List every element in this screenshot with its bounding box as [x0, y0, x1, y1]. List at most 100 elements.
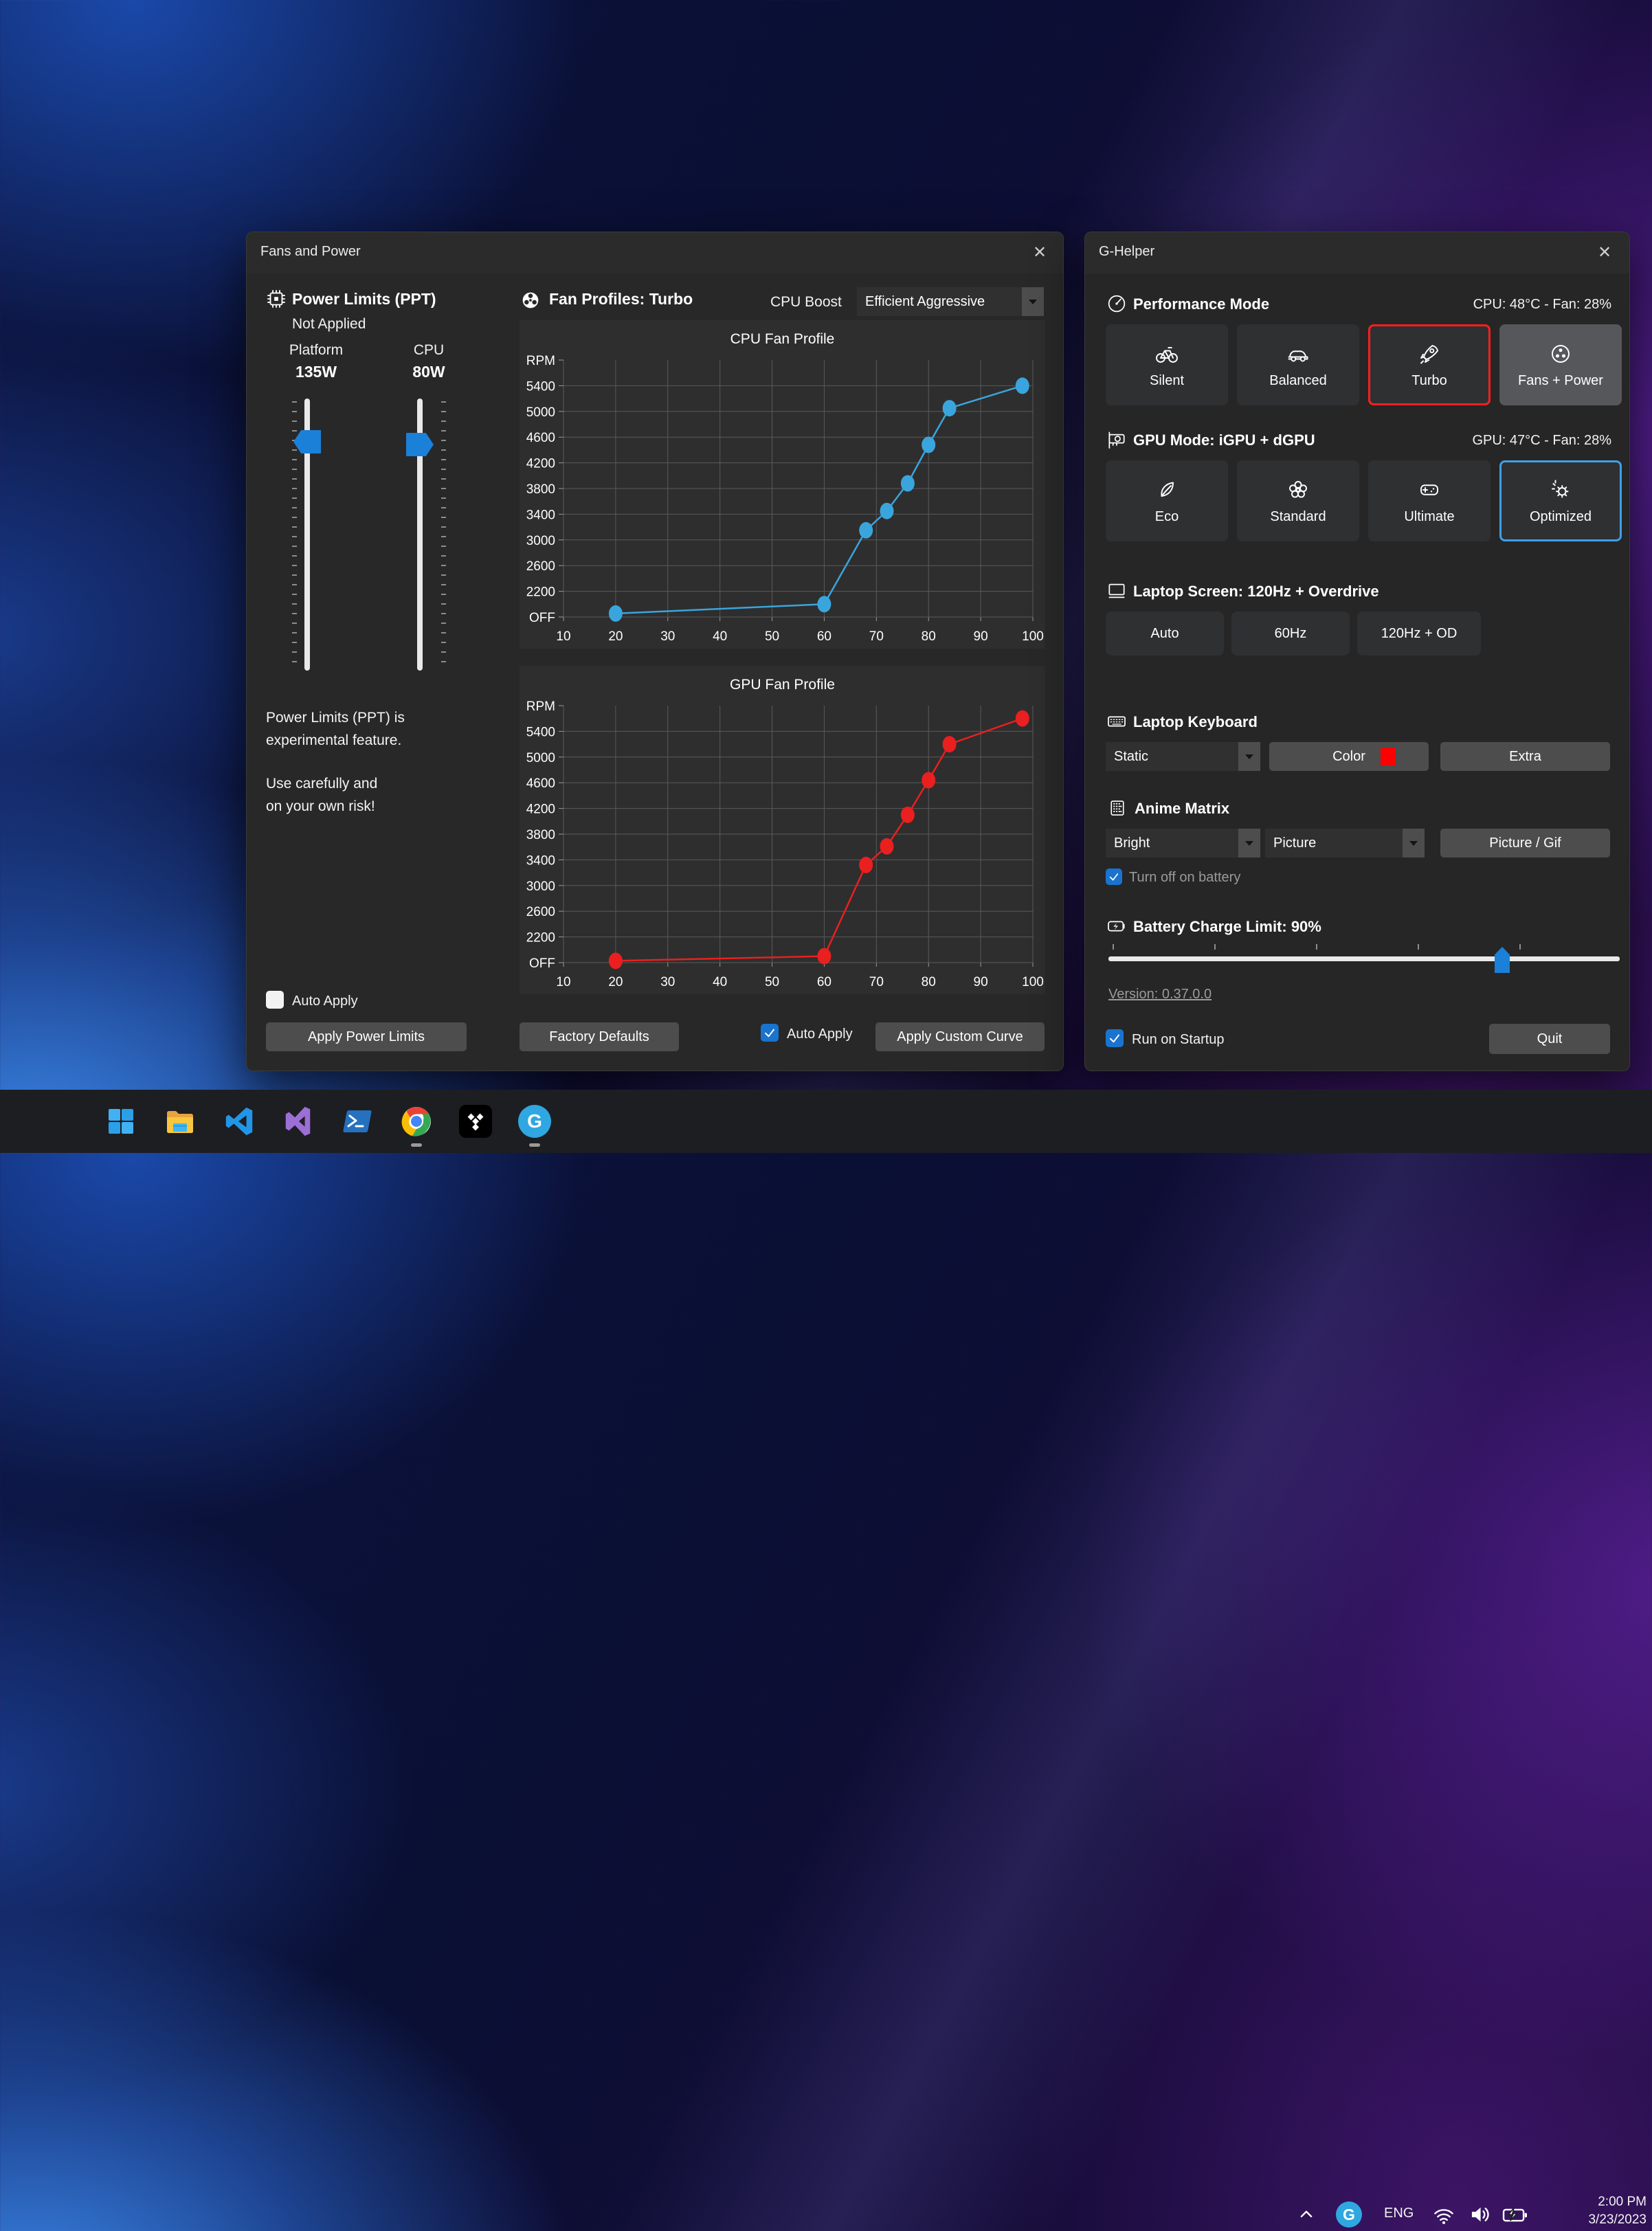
- gpu-button-optimized[interactable]: Optimized: [1499, 460, 1622, 541]
- chrome-icon: [400, 1105, 433, 1138]
- platform-slider[interactable]: [292, 399, 333, 671]
- apply-custom-curve-button[interactable]: Apply Custom Curve: [875, 1022, 1045, 1051]
- screen-button-auto[interactable]: Auto: [1106, 612, 1224, 655]
- visual-studio-button[interactable]: [282, 1105, 315, 1138]
- gpu-button-ultimate[interactable]: Ultimate: [1368, 460, 1491, 541]
- keyboard-extra-button[interactable]: Extra: [1440, 742, 1610, 771]
- dropdown-arrow-box: [1238, 829, 1260, 857]
- platform-label: Platform: [271, 342, 361, 359]
- start-button[interactable]: [104, 1105, 137, 1138]
- apply-power-limits-button[interactable]: Apply Power Limits: [266, 1022, 467, 1051]
- fans-and-power-window: Fans and Power ✕ Power Limits (PPT) Not …: [246, 232, 1064, 1071]
- screen-button-60hz[interactable]: 60Hz: [1231, 612, 1350, 655]
- mode-button-label: Fans + Power: [1518, 373, 1603, 389]
- fan-profiles-heading: Fan Profiles: Turbo: [549, 290, 693, 309]
- gpu-button-eco[interactable]: Eco: [1106, 460, 1228, 541]
- bicycle-icon: [1154, 341, 1179, 366]
- svg-text:4600: 4600: [526, 431, 555, 445]
- run-on-startup-checkbox[interactable]: [1106, 1029, 1124, 1047]
- mode-button-label: Silent: [1150, 373, 1184, 389]
- screen-button-120hz-od[interactable]: 120Hz + OD: [1357, 612, 1481, 655]
- svg-text:4600: 4600: [526, 776, 555, 791]
- ghelper-running-indicator: [529, 1143, 540, 1147]
- laptop-screen-heading: Laptop Screen: 120Hz + Overdrive: [1133, 583, 1379, 601]
- auto-apply-power-label: Auto Apply: [292, 994, 358, 1009]
- matrix-battery-checkbox[interactable]: [1106, 868, 1122, 885]
- mode-button-turbo[interactable]: Turbo: [1368, 324, 1491, 405]
- fans-window-title: Fans and Power: [260, 244, 361, 260]
- ghelper-taskbar-button[interactable]: G: [518, 1105, 551, 1138]
- chrome-button[interactable]: [400, 1105, 433, 1138]
- fan-power-icon: [1548, 341, 1573, 366]
- leaf-icon: [1154, 478, 1179, 502]
- file-explorer-button[interactable]: [164, 1105, 197, 1138]
- gpu-button-label: Optimized: [1530, 509, 1592, 525]
- chevron-down-icon: [1245, 841, 1253, 846]
- close-icon[interactable]: ✕: [1591, 239, 1618, 267]
- run-on-startup-label: Run on Startup: [1132, 1032, 1225, 1048]
- keyboard-color-button[interactable]: Color: [1269, 742, 1429, 771]
- mode-button-balanced[interactable]: Balanced: [1237, 324, 1359, 405]
- cpu-boost-dropdown[interactable]: Efficient Aggressive: [857, 287, 1044, 316]
- battery-tray-icon[interactable]: [1501, 2203, 1530, 2228]
- gpu-button-label: Standard: [1270, 509, 1326, 525]
- cpu-slider-thumb[interactable]: [406, 433, 434, 456]
- power-limits-status: Not Applied: [292, 316, 366, 333]
- gpu-card-icon: [1106, 429, 1128, 451]
- mode-button-fans-power[interactable]: Fans + Power: [1499, 324, 1622, 405]
- version-link[interactable]: Version: 0.37.0.0: [1108, 987, 1212, 1002]
- powershell-button[interactable]: [341, 1105, 374, 1138]
- keyboard-icon: [1106, 710, 1128, 732]
- factory-defaults-button[interactable]: Factory Defaults: [520, 1022, 679, 1051]
- cpu-slider-ticks: [441, 401, 446, 668]
- mode-button-silent[interactable]: Silent: [1106, 324, 1228, 405]
- clock[interactable]: 2:00 PM 3/23/2023: [1550, 2193, 1647, 2229]
- matrix-mode-dropdown[interactable]: Picture: [1265, 829, 1425, 857]
- fans-window-titlebar: [247, 232, 1063, 273]
- language-indicator[interactable]: ENG: [1384, 2206, 1414, 2221]
- battery-limit-slider[interactable]: [1108, 944, 1620, 976]
- battery-slider-track[interactable]: [1108, 956, 1620, 961]
- tidal-button[interactable]: [459, 1105, 492, 1138]
- gpu-button-standard[interactable]: Standard: [1237, 460, 1359, 541]
- tray-ghelper-icon[interactable]: G: [1336, 2201, 1362, 2228]
- battery-limit-heading: Battery Charge Limit: 90%: [1133, 918, 1321, 936]
- vscode-button[interactable]: [223, 1105, 256, 1138]
- tray-chevron-up-icon[interactable]: [1295, 2203, 1318, 2226]
- close-icon[interactable]: ✕: [1026, 239, 1053, 267]
- battery-slider-thumb[interactable]: [1495, 947, 1510, 973]
- gpu-temp-status: GPU: 47°C - Fan: 28%: [1472, 433, 1611, 449]
- svg-text:OFF: OFF: [529, 611, 555, 625]
- svg-text:5000: 5000: [526, 405, 555, 420]
- fan-icon: [519, 289, 542, 312]
- mode-button-label: Turbo: [1411, 373, 1447, 389]
- matrix-picture-gif-button[interactable]: Picture / Gif: [1440, 829, 1610, 857]
- quit-button[interactable]: Quit: [1489, 1024, 1610, 1054]
- volume-icon[interactable]: [1466, 2201, 1493, 2228]
- keyboard-mode-value: Static: [1106, 749, 1238, 765]
- svg-text:70: 70: [869, 629, 884, 644]
- battery-bolt-icon: [1106, 915, 1128, 937]
- auto-apply-power-checkbox[interactable]: [266, 991, 284, 1009]
- wifi-icon[interactable]: [1431, 2201, 1457, 2228]
- car-icon: [1286, 341, 1310, 366]
- chevron-down-icon: [1029, 300, 1037, 304]
- svg-text:3400: 3400: [526, 853, 555, 868]
- svg-text:40: 40: [713, 629, 727, 644]
- svg-text:2600: 2600: [526, 905, 555, 919]
- platform-slider-thumb[interactable]: [293, 430, 321, 453]
- matrix-brightness-dropdown[interactable]: Bright: [1106, 829, 1260, 857]
- matrix-icon: [1107, 797, 1128, 819]
- svg-text:5000: 5000: [526, 751, 555, 765]
- gpu-fan-curve-chart[interactable]: 102030405060708090100RPM5400500046004200…: [520, 666, 1045, 994]
- keyboard-mode-dropdown[interactable]: Static: [1106, 742, 1260, 771]
- cpu-slider[interactable]: [405, 399, 446, 671]
- g-letter: G: [527, 1110, 542, 1132]
- svg-text:80: 80: [922, 975, 936, 989]
- windows-logo-icon: [104, 1105, 137, 1138]
- svg-text:20: 20: [608, 975, 623, 989]
- cpu-fan-curve-chart[interactable]: 102030405060708090100RPM5400500046004200…: [520, 320, 1045, 649]
- auto-apply-curve-checkbox[interactable]: [761, 1024, 779, 1042]
- gpu-button-label: Eco: [1155, 509, 1179, 525]
- battery-slider-ticks: [1113, 944, 1618, 950]
